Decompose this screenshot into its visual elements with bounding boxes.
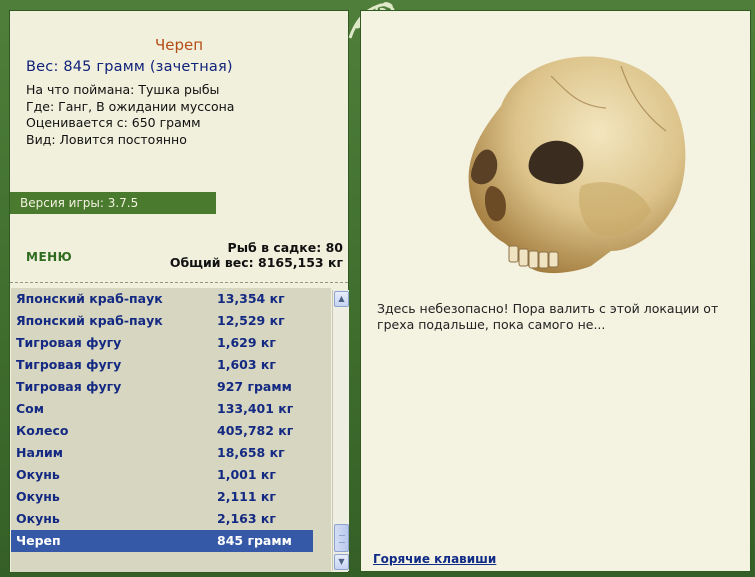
fish-list-row[interactable]: Тигровая фугу 1,629 кг — [11, 332, 331, 354]
fish-list-row[interactable]: Японский краб-паук 12,529 кг — [11, 310, 331, 332]
fish-weight-value: 133,401 кг — [217, 401, 294, 416]
skull-image — [468, 56, 686, 274]
scroll-up-button[interactable]: ▲ — [334, 291, 349, 307]
fish-title: Череп — [154, 36, 204, 54]
fish-name: Японский краб-паук — [16, 313, 163, 328]
fish-weight-value: 18,658 кг — [217, 445, 285, 460]
fish-weight: Вес: 845 грамм (зачетная) — [26, 59, 233, 75]
fish-weight-value: 2,111 кг — [217, 489, 276, 504]
fish-name: Тигровая фугу — [16, 335, 122, 350]
scroll-down-button[interactable]: ▼ — [334, 554, 349, 570]
list-scrollbar[interactable]: ▲ ▼ — [332, 290, 349, 571]
location-description: Здесь небезопасно! Пора валить с этой ло… — [377, 301, 719, 332]
fish-list-row[interactable]: Налим 18,658 кг — [11, 442, 331, 464]
total-weight: Общий вес: 8165,153 кг — [169, 255, 343, 270]
fish-name: Тигровая фугу — [16, 379, 122, 394]
fish-list-row[interactable]: Череп 845 грамм — [11, 530, 313, 552]
fish-details: На что поймана: Тушка рыбы Где: Ганг, В … — [26, 82, 234, 148]
fish-list-row[interactable]: Сом 133,401 кг — [11, 398, 331, 420]
game-version-bar: Версия игры: 3.7.5 — [10, 192, 216, 214]
menu-button[interactable]: МЕНЮ — [26, 250, 72, 264]
fish-count: Рыб в садке: 80 — [227, 240, 343, 255]
detail-valuation: Оценивается с: 650 грамм — [26, 115, 201, 130]
fish-name: Японский краб-паук — [16, 291, 163, 306]
scroll-thumb[interactable] — [334, 524, 349, 552]
fish-list-row[interactable]: Колесо 405,782 кг — [11, 420, 331, 442]
fish-weight-value: 12,529 кг — [217, 313, 285, 328]
detail-type: Вид: Ловится постоянно — [26, 131, 187, 147]
fish-weight-value: 1,603 кг — [217, 357, 276, 372]
keepnet-stats: Рыб в садке: 80 Общий вес: 8165,153 кг — [170, 240, 343, 270]
fish-name: Тигровая фугу — [16, 357, 122, 372]
fish-name: Сом — [16, 401, 44, 416]
fish-name: Череп — [16, 533, 61, 548]
fish-info-panel: Череп Вес: 845 грамм (зачетная) На что п… — [9, 10, 349, 573]
fish-list-row[interactable]: Тигровая фугу 927 грамм — [11, 376, 331, 398]
fish-list-row[interactable]: Окунь 1,001 кг — [11, 464, 331, 486]
fish-list[interactable]: Японский краб-паук 13,354 кг Японский краб… — [11, 288, 331, 572]
fish-weight-value: 1,629 кг — [217, 335, 276, 350]
divider — [10, 282, 348, 283]
fish-name: Окунь — [16, 467, 60, 482]
detail-location: Где: Ганг, В ожидании муссона — [26, 98, 235, 114]
fish-list-row[interactable]: Окунь 2,111 кг — [11, 486, 331, 508]
detail-bait: На что поймана: Тушка рыбы — [26, 82, 220, 97]
fish-name: Окунь — [16, 511, 60, 526]
hotkeys-link[interactable]: Горячие клавиши — [373, 552, 496, 566]
fish-list-row[interactable]: Тигровая фугу 1,603 кг — [11, 354, 331, 376]
location-panel: Здесь небезопасно! Пора валить с этой ло… — [360, 10, 751, 572]
fish-name: Окунь — [16, 489, 60, 504]
fish-weight-value: 1,001 кг — [217, 467, 276, 482]
fish-list-row[interactable]: Японский краб-паук 13,354 кг — [11, 288, 331, 310]
fish-list-row[interactable]: Окунь 2,163 кг — [11, 508, 331, 530]
fish-name: Налим — [16, 445, 64, 460]
fish-name: Колесо — [16, 423, 69, 438]
fish-weight-value: 405,782 кг — [217, 423, 294, 438]
fish-weight-value: 927 грамм — [217, 379, 292, 394]
fish-weight-value: 2,163 кг — [217, 511, 276, 526]
fish-weight-value: 845 грамм — [217, 533, 292, 548]
fish-weight-value: 13,354 кг — [217, 291, 285, 306]
